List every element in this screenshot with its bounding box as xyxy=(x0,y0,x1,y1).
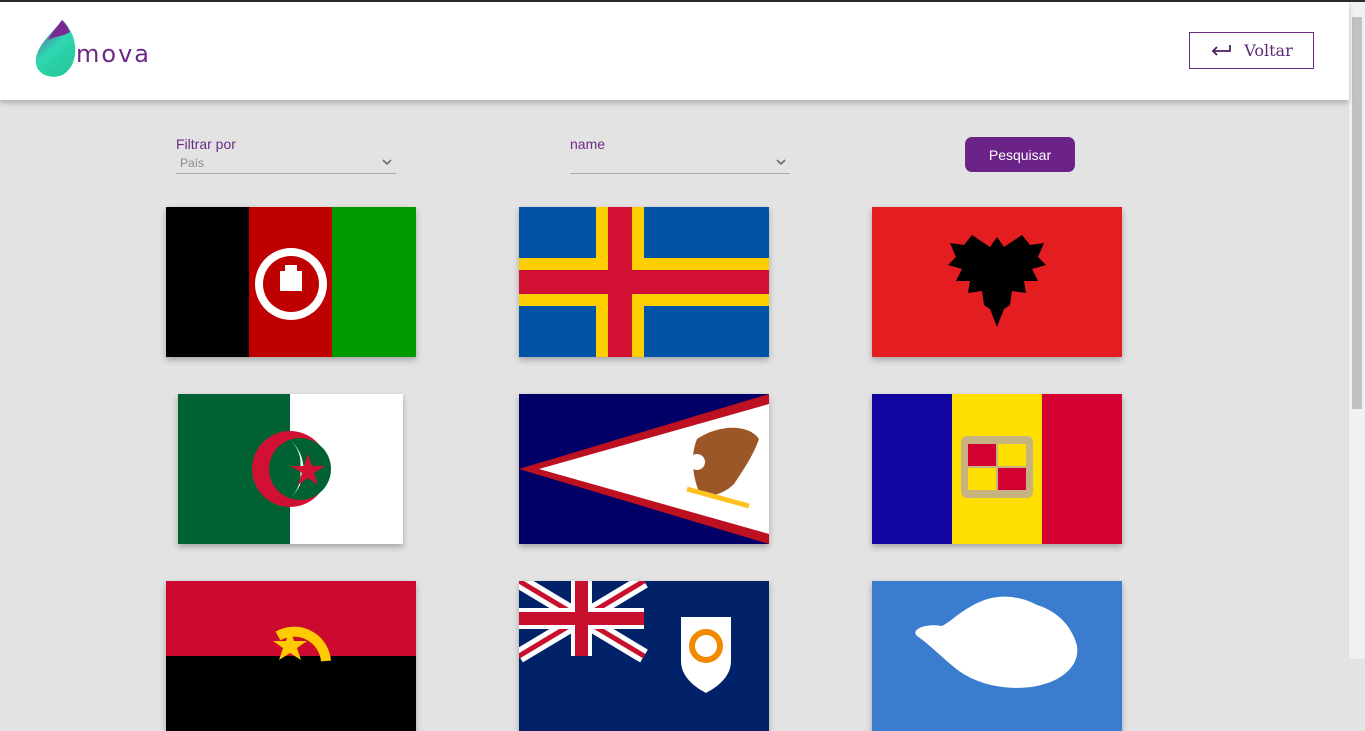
page-scrollbar[interactable] xyxy=(1349,2,1365,659)
flag-card-angola[interactable] xyxy=(166,581,416,731)
afghanistan-flag-icon xyxy=(166,207,416,357)
field-label: name xyxy=(570,136,606,152)
back-button[interactable]: Voltar xyxy=(1189,32,1314,69)
anguilla-flag-icon xyxy=(519,581,769,731)
flag-card-andorra[interactable] xyxy=(872,394,1122,544)
field-underline xyxy=(570,173,790,174)
scrollbar-thumb[interactable] xyxy=(1352,17,1362,409)
flag-card-anguilla[interactable] xyxy=(519,581,769,731)
chevron-down-icon xyxy=(776,159,786,166)
antarctica-flag-icon xyxy=(872,581,1122,731)
filter-by-value: País xyxy=(180,156,205,170)
return-arrow-icon xyxy=(1211,44,1232,56)
flag-card-aland[interactable] xyxy=(519,207,769,357)
albania-flag-icon xyxy=(872,207,1122,357)
filter-underline xyxy=(176,173,396,174)
flag-card-albania[interactable] xyxy=(872,207,1122,357)
aland-flag-icon xyxy=(519,207,769,357)
flag-card-algeria[interactable] xyxy=(178,394,403,544)
chevron-down-icon xyxy=(382,159,392,166)
american-samoa-flag-icon xyxy=(519,394,769,544)
filter-by-select[interactable]: Filtrar por País xyxy=(176,136,396,174)
logo-text: mova xyxy=(76,40,151,68)
andorra-flag-icon xyxy=(872,394,1122,544)
back-button-label: Voltar xyxy=(1244,41,1293,60)
field-select[interactable]: name xyxy=(570,136,790,174)
top-header: mova Voltar xyxy=(0,2,1349,100)
search-button[interactable]: Pesquisar xyxy=(965,137,1075,172)
mova-logo[interactable]: mova xyxy=(32,18,149,82)
flag-card-american-samoa[interactable] xyxy=(519,394,769,544)
algeria-flag-icon xyxy=(178,394,403,544)
flag-card-afghanistan[interactable] xyxy=(166,207,416,357)
flag-card-antarctica[interactable] xyxy=(872,581,1122,731)
angola-flag-icon xyxy=(166,581,416,731)
filter-by-label: Filtrar por xyxy=(176,136,236,152)
